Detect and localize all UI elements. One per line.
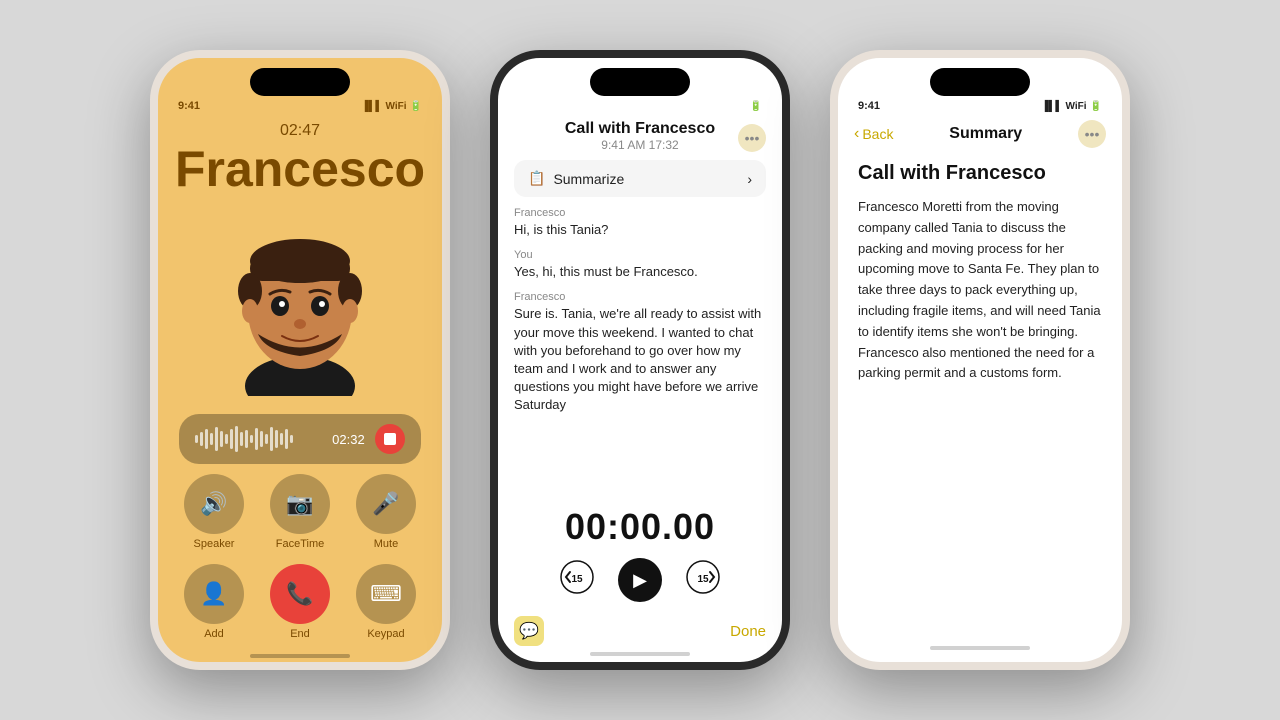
record-icon: [384, 433, 396, 445]
player-controls: 15 ▶ 15: [514, 558, 766, 602]
text-2: Yes, hi, this must be Francesco.: [514, 263, 766, 281]
wifi-icon-1: WiFi: [386, 101, 407, 112]
transcript-icon: 💬: [514, 616, 544, 646]
player-section: 00:00.00 15 ▶ 15: [498, 498, 782, 610]
add-icon: 👤: [184, 564, 244, 624]
p2-call-title: Call with Francesco: [514, 120, 766, 138]
p2-footer: 💬 Done: [498, 610, 782, 646]
speaker-icon: 🔊: [184, 474, 244, 534]
back-label: Back: [862, 126, 893, 142]
speaker-button[interactable]: 🔊 Speaker: [178, 474, 250, 550]
summarize-left: 📋 Summarize: [528, 170, 624, 187]
summarize-chevron: ›: [747, 171, 752, 187]
status-time-1: 9:41: [178, 100, 200, 112]
back-button[interactable]: ‹ Back: [854, 125, 893, 143]
p3-content: Call with Francesco Francesco Moretti fr…: [838, 152, 1122, 646]
keypad-button[interactable]: ⌨ Keypad: [350, 564, 422, 640]
p3-header: ‹ Back Summary •••: [838, 112, 1122, 152]
p2-call-subtitle: 9:41 AM 17:32: [514, 138, 766, 152]
status-time-3: 9:41: [858, 100, 880, 112]
rewind-button[interactable]: 15: [560, 560, 594, 601]
status-bar-3: 9:41 ▐▌▌ WiFi 🔋: [838, 96, 1122, 112]
p3-summary-title: Summary: [949, 125, 1022, 143]
phone1-body: 02:47 Francesco: [158, 112, 442, 668]
svg-text:15: 15: [571, 574, 583, 585]
signal-icon-3: ▐▌▌: [1041, 101, 1062, 112]
end-call-button[interactable]: 📞 End: [264, 564, 336, 640]
battery-icon-3: 🔋: [1090, 101, 1102, 112]
status-bar-2: 9:41 ▐▌▌ WiFi 🔋: [498, 96, 782, 112]
p2-header: Call with Francesco 9:41 AM 17:32 •••: [498, 112, 782, 156]
home-bar-1: [250, 654, 350, 658]
play-button[interactable]: ▶: [618, 558, 662, 602]
forward-button[interactable]: 15: [686, 560, 720, 601]
text-1: Hi, is this Tania?: [514, 221, 766, 239]
svg-text:15: 15: [697, 574, 709, 585]
dynamic-island-2: [590, 68, 690, 96]
play-icon: ▶: [633, 570, 647, 591]
transcript-block-1: Francesco Hi, is this Tania?: [514, 207, 766, 239]
speaker-1: Francesco: [514, 207, 766, 219]
battery-icon-2: 🔋: [750, 101, 762, 112]
wifi-icon-2: WiFi: [726, 101, 747, 112]
phone-3-summary: 9:41 ▐▌▌ WiFi 🔋 ‹ Back Summary ••• Call …: [830, 50, 1130, 670]
caller-name: Francesco: [175, 142, 425, 197]
speaker-3: Francesco: [514, 291, 766, 303]
status-icons-2: ▐▌▌ WiFi 🔋: [701, 101, 762, 112]
call-timer: 02:47: [280, 122, 320, 140]
p3-call-title: Call with Francesco: [858, 162, 1102, 185]
mute-label: Mute: [374, 538, 398, 550]
waveform-timer: 02:32: [332, 432, 365, 447]
avatar-memoji: [220, 216, 380, 396]
signal-icon-1: ▐▌▌: [361, 101, 382, 112]
call-buttons-grid: 🔊 Speaker 📷 FaceTime 🎤 Mute 👤 Add 📞 End …: [158, 464, 442, 650]
add-button[interactable]: 👤 Add: [178, 564, 250, 640]
home-bar-2: [590, 652, 690, 656]
status-bar-1: 9:41 ▐▌▌ WiFi 🔋: [158, 96, 442, 112]
record-button[interactable]: [375, 424, 405, 454]
dynamic-island-1: [250, 68, 350, 96]
battery-icon-1: 🔋: [410, 101, 422, 112]
phone3-body: ‹ Back Summary ••• Call with Francesco F…: [838, 112, 1122, 666]
summarize-icon: 📋: [528, 170, 545, 187]
facetime-button[interactable]: 📷 FaceTime: [264, 474, 336, 550]
dynamic-island-3: [930, 68, 1030, 96]
p2-more-options[interactable]: •••: [738, 124, 766, 152]
mute-button[interactable]: 🎤 Mute: [350, 474, 422, 550]
transcript-area: Francesco Hi, is this Tania? You Yes, hi…: [498, 201, 782, 498]
done-button[interactable]: Done: [730, 623, 766, 640]
transcript-block-3: Francesco Sure is. Tania, we're all read…: [514, 291, 766, 414]
text-3: Sure is. Tania, we're all ready to assis…: [514, 305, 766, 414]
back-chevron-icon: ‹: [854, 125, 859, 143]
home-bar-3: [930, 646, 1030, 650]
keypad-label: Keypad: [367, 628, 404, 640]
transcript-block-2: You Yes, hi, this must be Francesco.: [514, 249, 766, 281]
player-time: 00:00.00: [514, 506, 766, 548]
phone-2-transcript: 9:41 ▐▌▌ WiFi 🔋 Call with Francesco 9:41…: [490, 50, 790, 670]
speaker-2: You: [514, 249, 766, 261]
keypad-icon: ⌨: [356, 564, 416, 624]
phone2-body: Call with Francesco 9:41 AM 17:32 ••• 📋 …: [498, 112, 782, 666]
speaker-label: Speaker: [194, 538, 235, 550]
status-time-2: 9:41: [518, 100, 540, 112]
phone-1-active-call: 9:41 ▐▌▌ WiFi 🔋 02:47 Francesco: [150, 50, 450, 670]
summarize-button[interactable]: 📋 Summarize ›: [514, 160, 766, 197]
signal-icon-2: ▐▌▌: [701, 101, 722, 112]
p3-more-options[interactable]: •••: [1078, 120, 1106, 148]
waveform-bar: 02:32: [179, 414, 420, 464]
wave-lines: [195, 426, 322, 452]
status-icons-3: ▐▌▌ WiFi 🔋: [1041, 101, 1102, 112]
facetime-label: FaceTime: [276, 538, 325, 550]
p3-summary-text: Francesco Moretti from the moving compan…: [858, 197, 1102, 384]
summarize-label: Summarize: [553, 171, 624, 187]
avatar-wrap: [220, 197, 380, 414]
mute-icon: 🎤: [356, 474, 416, 534]
facetime-icon: 📷: [270, 474, 330, 534]
add-label: Add: [204, 628, 224, 640]
end-call-icon: 📞: [270, 564, 330, 624]
status-icons-1: ▐▌▌ WiFi 🔋: [361, 101, 422, 112]
wifi-icon-3: WiFi: [1066, 101, 1087, 112]
end-call-label: End: [290, 628, 310, 640]
